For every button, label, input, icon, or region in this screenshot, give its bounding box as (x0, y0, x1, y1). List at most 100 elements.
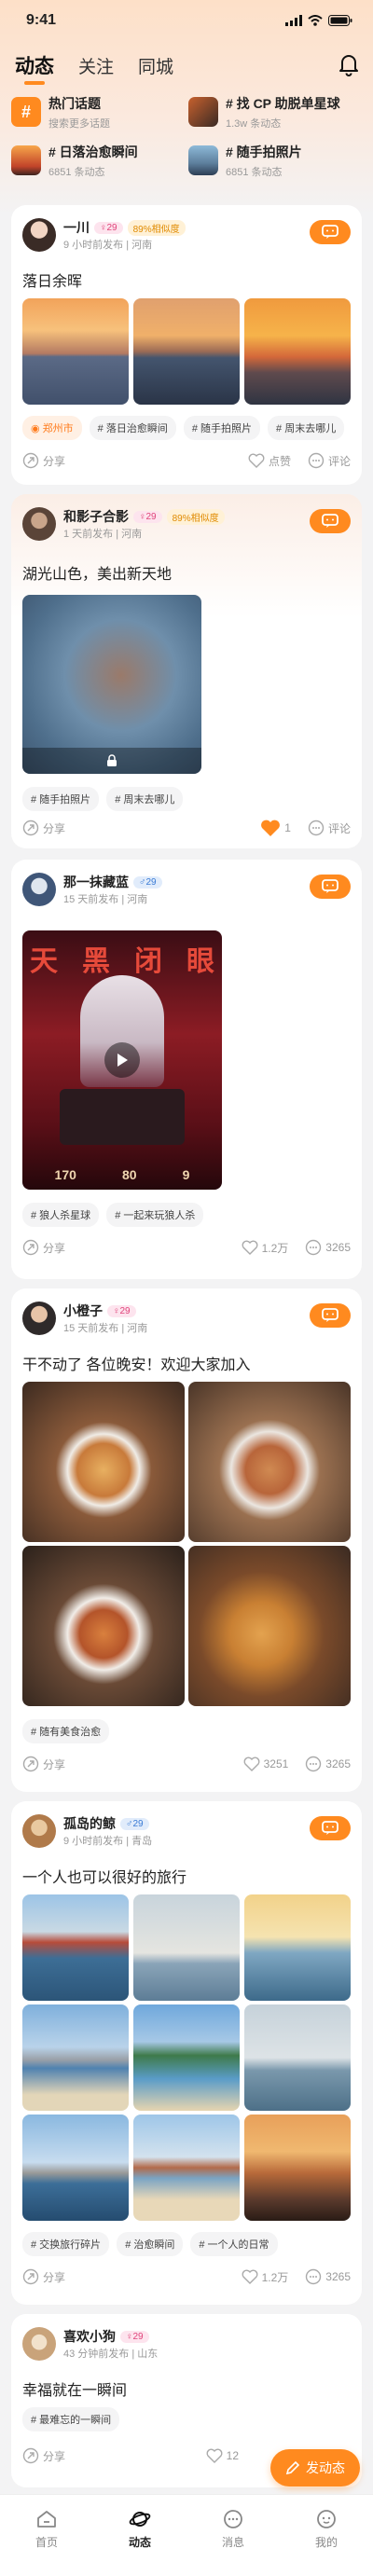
comment-button[interactable]: 3265 (305, 1239, 351, 1256)
post-image[interactable] (244, 298, 351, 405)
comment-button[interactable]: 3265 (305, 1756, 351, 1772)
post-image[interactable] (188, 1546, 351, 1706)
topic-sunset[interactable]: # 日落治愈瞬间 6851 条动态 (11, 142, 179, 179)
chat-button[interactable] (310, 1816, 351, 1840)
post-image[interactable] (188, 1382, 351, 1542)
post-card[interactable]: 小橙子 ♀29 15 天前发布 | 河南 干不动了 各位晚安！欢迎大家加入 # 随… (11, 1288, 362, 1792)
similarity-badge: 89%相似度 (127, 219, 186, 236)
comment-button[interactable]: 3265 (305, 2268, 351, 2285)
avatar[interactable] (22, 218, 56, 252)
post-card[interactable]: 那一抹藏蓝 ♂29 15 天前发布 | 河南 天黑闭眼 170 80 9 # 狼人杀星… (11, 860, 362, 1279)
tab-profile[interactable]: 我的 (280, 2495, 373, 2576)
location-chip[interactable]: ◉ 郑州市 (22, 416, 82, 440)
like-button[interactable]: 1 (260, 819, 291, 837)
tag-chip[interactable]: # 交换旅行碎片 (22, 2232, 110, 2256)
play-icon (117, 1054, 128, 1067)
tag-chip[interactable]: # 随手拍照片 (183, 416, 261, 440)
post-image[interactable] (22, 2004, 129, 2111)
chat-button[interactable] (310, 509, 351, 533)
tag-chip[interactable]: # 治愈瞬间 (117, 2232, 184, 2256)
post-image[interactable] (244, 1894, 351, 2001)
home-icon (37, 2511, 56, 2528)
chat-button[interactable] (310, 1303, 351, 1328)
chat-button[interactable] (310, 875, 351, 899)
share-icon (22, 452, 39, 469)
like-button[interactable]: 1.2万 (242, 2269, 288, 2285)
tab-local[interactable]: 同城 (138, 53, 173, 78)
post-image[interactable] (133, 2115, 240, 2221)
book-shape (60, 1089, 185, 1145)
share-icon (22, 1239, 39, 1256)
post-image[interactable] (22, 298, 129, 405)
topic-photo[interactable]: # 随手拍照片 6851 条动态 (188, 142, 356, 179)
share-button[interactable]: 分享 (22, 2447, 65, 2464)
tab-dynamic[interactable]: 动态 (15, 51, 54, 85)
tab-follow[interactable]: 关注 (78, 53, 114, 78)
post-image[interactable] (22, 2115, 129, 2221)
post-image[interactable] (22, 1382, 185, 1542)
tag-chip[interactable]: # 随有美食治愈 (22, 1719, 110, 1743)
post-image[interactable] (133, 1894, 240, 2001)
heart-icon (242, 2269, 258, 2284)
like-button[interactable]: 点赞 (248, 453, 291, 469)
like-button[interactable]: 1.2万 (242, 1240, 288, 1256)
tab-dynamic-bottom[interactable]: 动态 (93, 2495, 186, 2576)
like-button[interactable]: 12 (206, 2448, 239, 2463)
post-image[interactable] (133, 2004, 240, 2111)
comment-button[interactable]: 评论 (308, 820, 351, 836)
comment-button[interactable]: 评论 (308, 452, 351, 469)
post-image[interactable] (22, 1894, 129, 2001)
share-button[interactable]: 分享 (22, 1756, 65, 1772)
post-card[interactable]: 一川 ♀29 89%相似度 9 小时前发布 | 河南 落日余晖 ◉ 郑州市 # 落日… (11, 205, 362, 485)
user-name[interactable]: 一川 (63, 218, 90, 237)
user-name[interactable]: 小橙子 (63, 1302, 103, 1320)
tab-messages[interactable]: 消息 (186, 2495, 280, 2576)
user-name[interactable]: 孤岛的鲸 (63, 1814, 116, 1833)
tag-chip[interactable]: # 随手拍照片 (22, 787, 100, 811)
post-card[interactable]: 孤岛的鲸 ♂29 9 小时前发布 | 青岛 一个人也可以很好的旅行 # 交换旅行碎… (11, 1801, 362, 2305)
tab-home[interactable]: 首页 (0, 2495, 93, 2576)
post-image[interactable] (22, 1546, 185, 1706)
post-meta: 15 天前发布 | 河南 (63, 894, 148, 905)
play-button[interactable] (104, 1042, 140, 1078)
topic-cp[interactable]: # 找 CP 助脱单星球 1.3w 条动态 (188, 93, 356, 131)
avatar[interactable] (22, 1814, 56, 1848)
post-image[interactable] (133, 298, 240, 405)
tag-list: ◉ 郑州市 # 落日治愈瞬间 # 随手拍照片 # 周末去哪儿 (22, 416, 345, 440)
topic-hot[interactable]: # 热门话题 搜索更多话题 (11, 93, 179, 131)
share-button[interactable]: 分享 (22, 452, 65, 469)
tag-chip[interactable]: # 狼人杀星球 (22, 1203, 100, 1227)
like-button[interactable]: 3251 (243, 1756, 288, 1771)
comment-icon (308, 452, 325, 469)
post-image[interactable] (244, 2115, 351, 2221)
avatar[interactable] (22, 873, 56, 906)
topic-sub: 6851 条动态 (48, 166, 105, 178)
avatar[interactable] (22, 507, 56, 541)
tag-chip[interactable]: # 周末去哪儿 (268, 416, 345, 440)
avatar[interactable] (22, 2327, 56, 2361)
tag-chip[interactable]: # 落日治愈瞬间 (89, 416, 176, 440)
user-name[interactable]: 和影子合影 (63, 507, 129, 526)
tag-chip[interactable]: # 周末去哪儿 (106, 787, 184, 811)
share-button[interactable]: 分享 (22, 1239, 65, 1256)
avatar[interactable] (22, 1302, 56, 1335)
post-dynamic-button[interactable]: 发动态 (270, 2449, 360, 2486)
post-image[interactable] (244, 2004, 351, 2111)
user-name[interactable]: 那一抹藏蓝 (63, 873, 129, 891)
chat-button[interactable] (310, 220, 351, 244)
bell-icon[interactable] (338, 52, 360, 76)
gender-age-badge: ♂29 (120, 1817, 149, 1830)
chat-icon (322, 514, 338, 528)
heart-icon (206, 2448, 223, 2463)
tag-chip[interactable]: # 一起来玩狼人杀 (106, 1203, 204, 1227)
share-button[interactable]: 分享 (22, 820, 65, 836)
share-button[interactable]: 分享 (22, 2268, 65, 2285)
comment-icon (306, 1756, 322, 1772)
user-name[interactable]: 喜欢小狗 (63, 2327, 116, 2346)
post-card[interactable]: 和影子合影 ♀29 89%相似度 1 天前发布 | 河南 湖光山色，美出新天地 # … (11, 494, 362, 848)
video-cover[interactable]: 天黑闭眼 170 80 9 (22, 930, 222, 1190)
profile-icon (317, 2510, 336, 2528)
tag-chip[interactable]: # 最难忘的一瞬间 (22, 2407, 120, 2431)
blurred-image[interactable] (22, 595, 201, 774)
tag-chip[interactable]: # 一个人的日常 (190, 2232, 278, 2256)
